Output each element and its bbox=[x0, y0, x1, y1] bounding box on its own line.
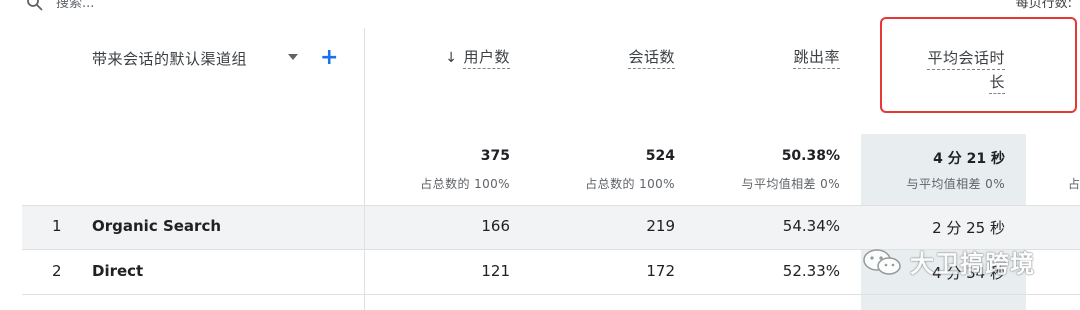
sort-desc-icon: ↓ bbox=[445, 50, 458, 66]
dimension-header[interactable]: 带来会话的默认渠道组 bbox=[92, 48, 247, 69]
column-divider bbox=[364, 28, 365, 310]
cell-sessions: 219 bbox=[646, 217, 675, 235]
pct-next-column: 占 bbox=[1068, 177, 1080, 191]
search-input[interactable]: 搜索... bbox=[56, 0, 94, 11]
row-channel-name[interactable]: Direct bbox=[92, 262, 143, 280]
pct-sessions: 占总数的 100% bbox=[585, 177, 675, 191]
total-users: 375 bbox=[480, 148, 510, 164]
rows-per-page-label: 每页行数: bbox=[1015, 0, 1072, 11]
highlight-annotation-box bbox=[880, 17, 1077, 113]
search-icon bbox=[27, 0, 43, 11]
col-header-users[interactable]: ↓ 用户数 bbox=[402, 46, 510, 69]
caret-down-icon[interactable] bbox=[288, 54, 298, 60]
cell-users: 121 bbox=[481, 262, 510, 280]
total-avg-session: 4 分 21 秒 bbox=[933, 151, 1005, 167]
watermark-text: 大卫搞跨境 bbox=[910, 250, 1035, 278]
total-sessions: 524 bbox=[645, 148, 675, 164]
row-divider bbox=[22, 205, 1080, 206]
col-header-sessions[interactable]: 会话数 bbox=[570, 46, 675, 69]
watermark: 大卫搞跨境 bbox=[862, 244, 1035, 279]
total-bounce: 50.38% bbox=[781, 148, 840, 164]
cell-users: 166 bbox=[481, 217, 510, 235]
cell-bounce: 52.33% bbox=[782, 262, 840, 280]
row-divider bbox=[22, 294, 1080, 295]
row-channel-name[interactable]: Organic Search bbox=[92, 217, 221, 235]
pct-users: 占总数的 100% bbox=[420, 177, 510, 191]
pct-bounce: 与平均值相差 0% bbox=[741, 177, 840, 191]
cell-bounce: 54.34% bbox=[782, 217, 840, 235]
add-dimension-icon[interactable]: + bbox=[320, 47, 338, 69]
row-index: 1 bbox=[52, 217, 62, 235]
pct-avg-session: 与平均值相差 0% bbox=[906, 177, 1005, 191]
cell-sessions: 172 bbox=[646, 262, 675, 280]
col-header-bounce[interactable]: 跳出率 bbox=[734, 46, 840, 69]
cell-avg-session: 2 分 25 秒 bbox=[932, 219, 1005, 237]
wechat-icon bbox=[863, 248, 901, 275]
row-index: 2 bbox=[52, 262, 62, 280]
